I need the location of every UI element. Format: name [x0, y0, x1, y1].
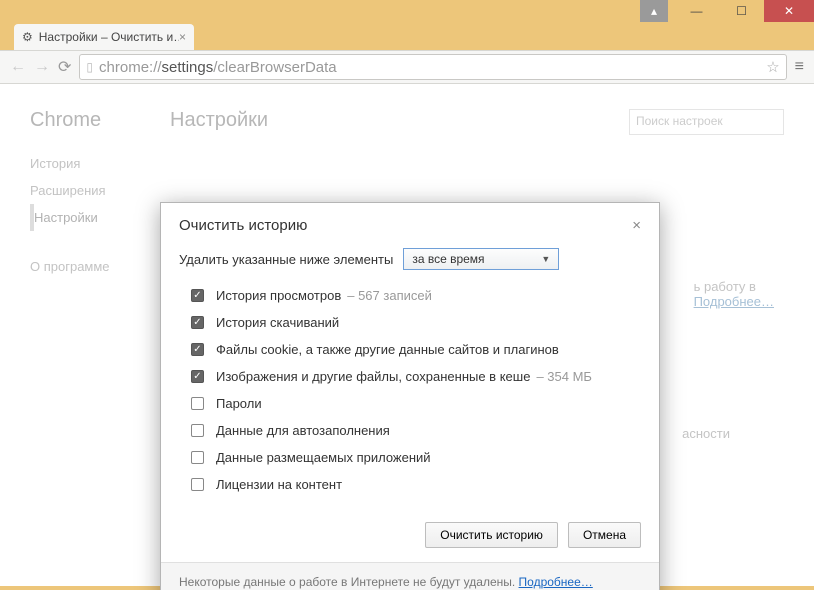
nav-forward-icon[interactable]: →	[34, 58, 50, 76]
clear-history-button[interactable]: Очистить историю	[425, 522, 558, 548]
clear-browsing-data-dialog: Очистить историю × Удалить указанные ниж…	[160, 202, 660, 590]
sidebar-item-about[interactable]: О программе	[30, 253, 160, 280]
data-type-option: Пароли	[179, 390, 641, 417]
footer-learn-more-link[interactable]: Подробнее…	[519, 575, 593, 589]
brand-title: Chrome	[30, 109, 160, 132]
settings-search-input[interactable]: Поиск настроек	[629, 109, 784, 135]
dialog-title: Очистить историю	[179, 217, 307, 234]
url-scheme: chrome://	[99, 59, 162, 76]
dialog-body: Удалить указанные ниже элементы за все в…	[161, 244, 659, 512]
dialog-actions: Очистить историю Отмена	[161, 512, 659, 562]
window-maximize-button[interactable]: ☐	[719, 0, 764, 22]
sidebar-item-history[interactable]: История	[30, 150, 160, 177]
option-hint: – 567 записей	[347, 288, 432, 303]
dialog-close-button[interactable]: ×	[632, 217, 641, 234]
checkbox[interactable]	[191, 478, 204, 491]
option-label: История скачиваний	[216, 315, 339, 330]
window-minimize-button[interactable]: —	[674, 0, 719, 22]
chrome-menu-icon[interactable]: ≡	[795, 58, 804, 76]
cancel-button[interactable]: Отмена	[568, 522, 641, 548]
nav-reload-icon[interactable]: ⟳	[58, 57, 71, 77]
browser-tab[interactable]: ⚙ Настройки – Очистить и… ×	[14, 24, 194, 50]
footer-text: Некоторые данные о работе в Интернете не…	[179, 575, 519, 589]
checkbox[interactable]	[191, 370, 204, 383]
settings-sidebar: Chrome История Расширения Настройки О пр…	[30, 109, 160, 280]
checkbox[interactable]	[191, 424, 204, 437]
url-path: /clearBrowserData	[213, 59, 336, 76]
data-type-option: Данные для автозаполнения	[179, 417, 641, 444]
bg-text-fragment-2: асности	[682, 426, 730, 441]
chevron-down-icon: ▼	[541, 254, 550, 264]
nav-back-icon[interactable]: ←	[10, 58, 26, 76]
checkbox[interactable]	[191, 451, 204, 464]
option-label: Пароли	[216, 396, 262, 411]
option-label: История просмотров	[216, 288, 341, 303]
option-label: Лицензии на контент	[216, 477, 342, 492]
bg-text-fragment: ь работу в Подробнее…	[694, 279, 774, 309]
bookmark-star-icon[interactable]: ☆	[766, 58, 779, 76]
sidebar-item-extensions[interactable]: Расширения	[30, 177, 160, 204]
data-type-option: Лицензии на контент	[179, 471, 641, 498]
time-range-label: Удалить указанные ниже элементы	[179, 252, 393, 267]
address-bar[interactable]: ▯ chrome://settings/clearBrowserData ☆	[79, 54, 786, 80]
user-avatar-button[interactable]: ▴	[640, 0, 668, 22]
user-icon: ▴	[651, 4, 657, 18]
option-label: Данные для автозаполнения	[216, 423, 390, 438]
data-type-option: Изображения и другие файлы, сохраненные …	[179, 363, 641, 390]
option-label: Изображения и другие файлы, сохраненные …	[216, 369, 530, 384]
time-range-select[interactable]: за все время ▼	[403, 248, 559, 270]
settings-page: Chrome История Расширения Настройки О пр…	[0, 84, 814, 586]
page-icon: ▯	[86, 60, 93, 74]
checkbox[interactable]	[191, 289, 204, 302]
bg-learn-more-link[interactable]: Подробнее…	[694, 294, 774, 309]
window-close-button[interactable]: ✕	[764, 0, 814, 22]
url-host: settings	[162, 59, 214, 76]
tab-title: Настройки – Очистить и…	[39, 30, 179, 44]
checkbox[interactable]	[191, 316, 204, 329]
sidebar-item-settings[interactable]: Настройки	[30, 204, 160, 231]
option-hint: – 354 МБ	[536, 369, 592, 384]
dialog-footer: Некоторые данные о работе в Интернете не…	[161, 562, 659, 590]
data-type-option: История просмотров – 567 записей	[179, 282, 641, 309]
option-label: Файлы cookie, а также другие данные сайт…	[216, 342, 559, 357]
dialog-header: Очистить историю ×	[161, 203, 659, 244]
gear-icon: ⚙	[22, 30, 33, 44]
data-type-option: Файлы cookie, а также другие данные сайт…	[179, 336, 641, 363]
select-value: за все время	[412, 252, 484, 266]
data-type-option: Данные размещаемых приложений	[179, 444, 641, 471]
checkbox[interactable]	[191, 397, 204, 410]
tab-close-icon[interactable]: ×	[179, 30, 186, 44]
os-titlebar: ▴ — ☐ ✕	[0, 0, 814, 22]
option-label: Данные размещаемых приложений	[216, 450, 431, 465]
checkbox[interactable]	[191, 343, 204, 356]
browser-window: ▴ — ☐ ✕ ⚙ Настройки – Очистить и… × ← → …	[0, 0, 814, 590]
data-type-option: История скачиваний	[179, 309, 641, 336]
tab-strip: ⚙ Настройки – Очистить и… ×	[0, 22, 814, 50]
time-range-row: Удалить указанные ниже элементы за все в…	[179, 248, 641, 270]
browser-toolbar: ← → ⟳ ▯ chrome://settings/clearBrowserDa…	[0, 50, 814, 84]
data-types-list: История просмотров – 567 записейИстория …	[179, 282, 641, 498]
